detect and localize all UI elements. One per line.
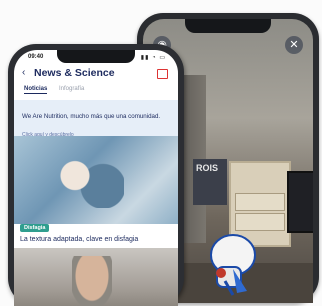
article-image-figure (54, 154, 124, 208)
shelf-drawer (235, 213, 285, 231)
app-header: ‹ News & Science (14, 65, 178, 83)
close-icon[interactable]: ✕ (285, 36, 303, 54)
poster-text: ROIS (196, 163, 219, 173)
front-notch (57, 50, 135, 63)
banner-text: We Are Nutrition, mucho más que una comu… (22, 113, 161, 120)
article-image[interactable] (14, 136, 178, 224)
front-phone: 09:40 ▮▮ ◔ ▭ ‹ News & Science Noticias I… (8, 44, 184, 306)
tab-bar: Noticias Infografía (24, 86, 94, 98)
back-notch (185, 19, 271, 33)
tv-screen (287, 171, 313, 233)
community-banner[interactable]: We Are Nutrition, mucho más que una comu… (14, 100, 178, 138)
status-icons: ▮▮ ◔ ▭ (140, 55, 166, 61)
calendar-icon[interactable] (157, 69, 168, 79)
article-headline[interactable]: La textura adaptada, clave en disfagia (14, 234, 178, 248)
status-time: 09:40 (28, 54, 44, 60)
second-article-image[interactable] (14, 248, 178, 306)
second-article-figure (72, 256, 112, 306)
tab-infografia[interactable]: Infografía (59, 86, 84, 92)
3d-skull-model[interactable] (203, 233, 259, 297)
category-badge: Disfagia (20, 224, 50, 232)
back-chevron-icon[interactable]: ‹ (22, 67, 25, 78)
news-app-screen: 09:40 ▮▮ ◔ ▭ ‹ News & Science Noticias I… (14, 50, 178, 306)
tab-noticias[interactable]: Noticias (24, 86, 48, 94)
shelf-drawer (235, 193, 285, 211)
app-title: News & Science (34, 67, 115, 79)
wall-poster: ROIS (193, 159, 227, 205)
